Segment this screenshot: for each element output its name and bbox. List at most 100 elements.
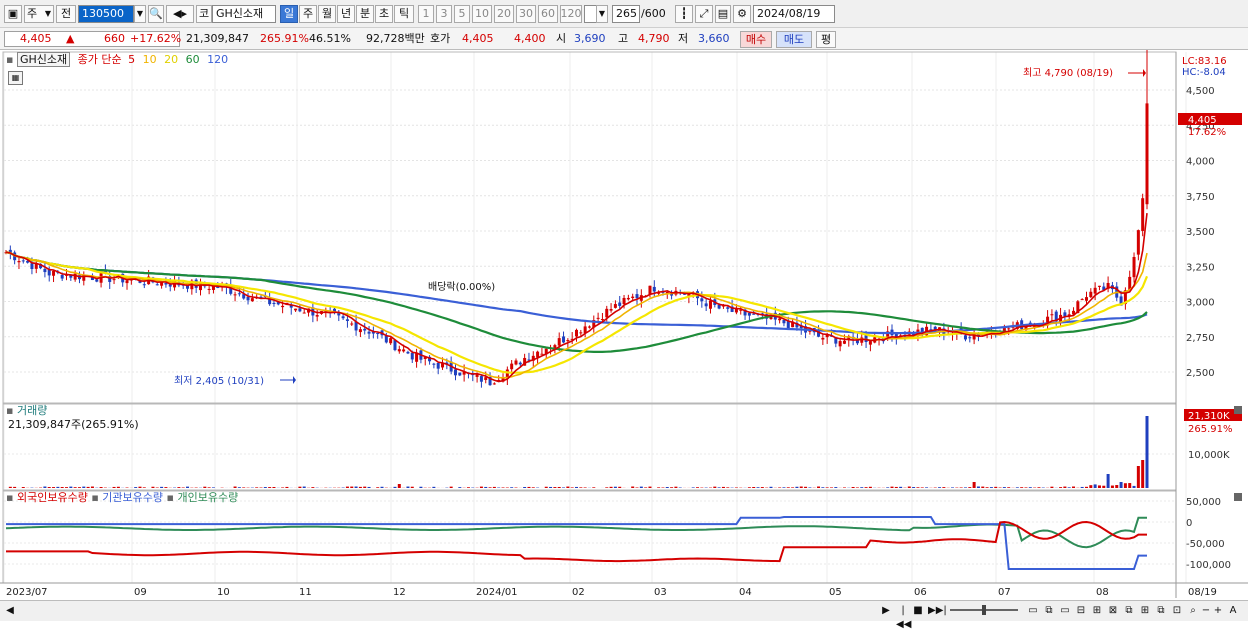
- legend-stock-name[interactable]: GH신소재: [17, 52, 70, 67]
- legend-ma-title[interactable]: 종가 단순: [78, 53, 122, 66]
- interval-5[interactable]: 5: [454, 5, 470, 23]
- legend-ma5[interactable]: 5: [128, 53, 135, 66]
- candle-type-icon[interactable]: ┇: [675, 5, 693, 23]
- layout-icon-8[interactable]: ⊞: [1138, 604, 1152, 618]
- volume-bar: [432, 487, 435, 488]
- layout-icon-5[interactable]: ⊞: [1090, 604, 1104, 618]
- interval-30[interactable]: 30: [516, 5, 536, 23]
- candle-body: [342, 316, 345, 318]
- stop-icon[interactable]: ■: [912, 604, 924, 618]
- interval-3[interactable]: 3: [436, 5, 452, 23]
- window-icon[interactable]: ▣: [4, 5, 22, 23]
- holding-panel-close-icon[interactable]: [1234, 493, 1242, 501]
- stock-code-input[interactable]: 130500: [78, 5, 134, 23]
- legend-ma10[interactable]: 10: [143, 53, 157, 66]
- layout-icon-6[interactable]: ⊠: [1106, 604, 1120, 618]
- sell-button[interactable]: 매도: [776, 31, 812, 48]
- scroll-right-icon[interactable]: ▶: [880, 604, 892, 618]
- volume-bar: [782, 487, 785, 488]
- prev-button[interactable]: 전: [56, 5, 76, 23]
- save-icon[interactable]: ▤: [715, 5, 731, 23]
- scroll-bar[interactable]: ◀ ▶ |◀◀ ■ ▶▶| ▭ ⧉ ▭ ⊟ ⊞ ⊠ ⧉ ⊞ ⧉ ⊡ ⌕ − + …: [0, 600, 1248, 621]
- zoom-search-icon[interactable]: ⌕: [1186, 604, 1200, 618]
- stock-chart[interactable]: 4,5004,2504,0003,7503,5003,2503,0002,750…: [0, 50, 1248, 600]
- interval-120[interactable]: 120: [560, 5, 582, 23]
- candle-body: [43, 269, 46, 272]
- legend-ma60[interactable]: 60: [186, 53, 200, 66]
- search-icon[interactable]: 🔍: [148, 5, 164, 23]
- layout-icon-1[interactable]: ▭: [1026, 604, 1040, 618]
- volume-bar: [203, 487, 206, 488]
- volume-bar: [1063, 487, 1066, 488]
- calculator-icon[interactable]: ▦: [8, 71, 23, 85]
- holding-tick-label: -100,000: [1186, 560, 1231, 571]
- x-tick-label: 2023/07: [6, 587, 48, 598]
- legend-foreign[interactable]: 외국인보유수량: [17, 491, 88, 504]
- interval-10[interactable]: 10: [472, 5, 492, 23]
- candle-body: [458, 373, 461, 376]
- candle-body: [869, 341, 872, 345]
- candle-body: [782, 320, 785, 323]
- volume-bar: [268, 487, 271, 488]
- count-input[interactable]: 265: [612, 5, 640, 23]
- volume-panel-close-icon[interactable]: [1234, 406, 1242, 414]
- volume-bar: [1146, 416, 1149, 488]
- legend-ma120[interactable]: 120: [207, 53, 228, 66]
- candle-body: [579, 332, 582, 333]
- volume-bar: [467, 487, 470, 488]
- speaker-icon[interactable]: ◀▸: [166, 5, 194, 23]
- buy-button[interactable]: 매수: [740, 31, 772, 48]
- tab-second[interactable]: 초: [375, 5, 393, 23]
- volume-bar: [9, 487, 12, 488]
- volume-bar: [527, 487, 530, 488]
- tab-year[interactable]: 년: [337, 5, 355, 23]
- tab-day[interactable]: 일: [280, 5, 298, 23]
- tab-tick[interactable]: 틱: [394, 5, 414, 23]
- volume-bar: [82, 487, 85, 488]
- x-tick-label: 08/19: [1188, 587, 1217, 598]
- layout-icon-3[interactable]: ▭: [1058, 604, 1072, 618]
- volume-bar: [368, 487, 371, 488]
- interval-dropdown-icon[interactable]: ▼: [596, 5, 608, 23]
- zoom-slider-handle[interactable]: [982, 605, 986, 615]
- stock-name-field[interactable]: GH신소재: [212, 5, 276, 23]
- candle-body: [238, 293, 241, 294]
- interval-20[interactable]: 20: [494, 5, 514, 23]
- interval-1[interactable]: 1: [418, 5, 434, 23]
- code-dropdown-icon[interactable]: ▼: [134, 5, 146, 23]
- layout-icon-2[interactable]: ⧉: [1042, 604, 1056, 618]
- date-input[interactable]: 2024/08/19: [753, 5, 835, 23]
- zoom-out-icon[interactable]: −: [1200, 604, 1212, 618]
- volume-bar: [808, 487, 811, 488]
- layout-icon-7[interactable]: ⧉: [1122, 604, 1136, 618]
- legend-institution[interactable]: 기관보유수량: [102, 491, 163, 504]
- volume-bar: [311, 487, 314, 488]
- volume-bar: [921, 487, 924, 488]
- tab-minute[interactable]: 분: [356, 5, 374, 23]
- interval-60[interactable]: 60: [538, 5, 558, 23]
- volume-title[interactable]: 거래량: [17, 404, 47, 417]
- layout-icon-9[interactable]: ⧉: [1154, 604, 1168, 618]
- flat-button[interactable]: 평: [816, 31, 836, 48]
- price-change: 660: [104, 31, 125, 47]
- legend-individual[interactable]: 개인보유수량: [177, 491, 238, 504]
- tab-month[interactable]: 월: [318, 5, 336, 23]
- period-select[interactable]: 주▼: [24, 5, 54, 23]
- layout-icon-10[interactable]: ⊡: [1170, 604, 1184, 618]
- tab-week[interactable]: 주: [299, 5, 317, 23]
- zoom-in-icon[interactable]: +: [1212, 604, 1224, 618]
- scroll-left-icon[interactable]: ◀: [4, 604, 16, 618]
- last-page-icon[interactable]: ▶▶|: [928, 604, 942, 618]
- volume-bar: [545, 487, 548, 488]
- layout-icon-4[interactable]: ⊟: [1074, 604, 1088, 618]
- candle-body: [839, 341, 842, 346]
- legend-ma20[interactable]: 20: [164, 53, 178, 66]
- volume-tick: 10,000K: [1188, 450, 1230, 461]
- volume-tag-label: 21,310K: [1188, 411, 1230, 422]
- first-page-icon[interactable]: |◀◀: [896, 604, 910, 618]
- gear-icon[interactable]: ⚙: [733, 5, 751, 23]
- volume-bar: [134, 487, 137, 488]
- volume-bar: [718, 487, 721, 488]
- draw-tool-icon[interactable]: ⤢: [695, 5, 713, 23]
- font-size-icon[interactable]: A: [1226, 604, 1240, 618]
